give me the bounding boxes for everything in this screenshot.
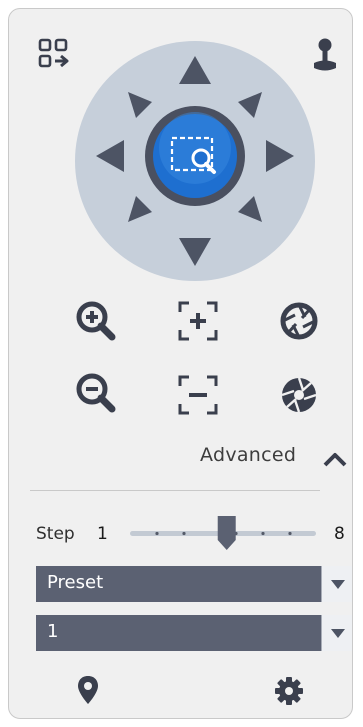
- settings-gear-icon[interactable]: [274, 676, 304, 706]
- triangle-down-icon: [331, 580, 345, 589]
- iris-open-icon[interactable]: [278, 300, 320, 342]
- step-label: Step: [36, 524, 75, 544]
- step-max-value: 8: [334, 524, 345, 544]
- step-slider-thumb[interactable]: [217, 516, 236, 550]
- chevron-up-icon[interactable]: [322, 450, 348, 468]
- focus-far-icon[interactable]: [177, 374, 219, 416]
- step-slider[interactable]: [126, 514, 320, 552]
- ptz-direction-pad: [75, 41, 315, 281]
- triangle-down-icon: [331, 629, 345, 638]
- advanced-toggle-label[interactable]: Advanced: [200, 444, 296, 466]
- preset-type-select[interactable]: Preset: [36, 566, 352, 602]
- preset-type-dropdown-button[interactable]: [321, 566, 352, 602]
- preset-type-value: Preset: [47, 572, 104, 593]
- preset-number-value: 1: [47, 621, 59, 642]
- section-divider: [30, 490, 320, 491]
- focus-near-icon[interactable]: [177, 300, 219, 342]
- grid-swap-icon[interactable]: [38, 38, 74, 74]
- preset-number-dropdown-button[interactable]: [321, 615, 352, 651]
- location-pin-icon[interactable]: [76, 674, 100, 706]
- zoom-in-icon[interactable]: [75, 300, 117, 342]
- iris-close-icon[interactable]: [278, 374, 320, 416]
- step-min-value: 1: [97, 524, 108, 544]
- zoom-out-icon[interactable]: [75, 372, 117, 414]
- preset-number-select[interactable]: 1: [36, 615, 352, 651]
